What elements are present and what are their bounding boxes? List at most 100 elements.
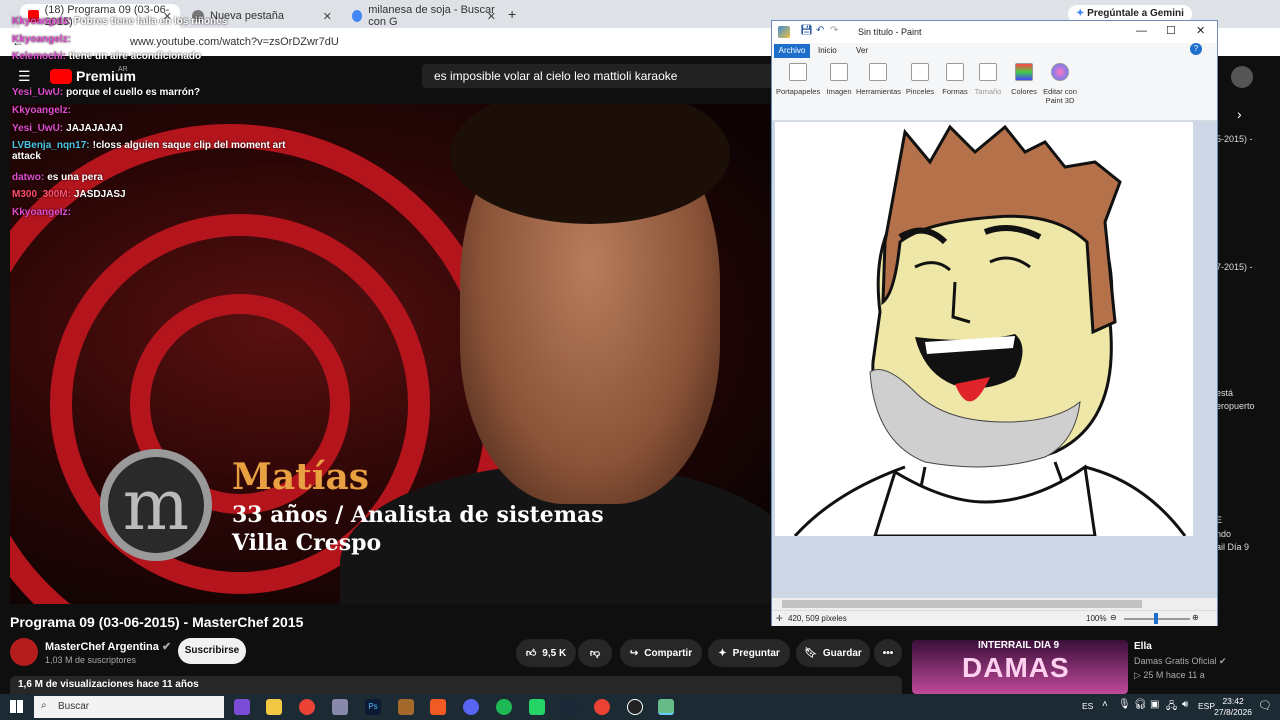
save-button[interactable]: 🔖︎ Guardar (796, 639, 870, 667)
photoshop-icon[interactable]: Ps (365, 699, 381, 715)
new-tab-button[interactable]: + (508, 6, 516, 22)
steam-icon[interactable] (561, 699, 577, 715)
ribbon-tools[interactable]: Herramientas (856, 63, 901, 96)
clock[interactable]: 23:42 27/8/2026 (1214, 696, 1252, 718)
paint-title-bar[interactable]: 💾︎ ↶ ↷ Sin título - Paint — ☐ ✕ (772, 21, 1217, 43)
folder-icon[interactable] (266, 699, 282, 715)
taskbar-search[interactable]: ⌕ Buscar (34, 696, 224, 718)
save-icon[interactable]: 💾︎ (800, 25, 813, 36)
ribbon-brushes[interactable]: Pinceles (904, 63, 936, 96)
related-title[interactable]: ail Día 9 (1216, 542, 1249, 552)
ribbon-label: Pinceles (905, 87, 935, 96)
chevron-up-icon[interactable]: ˄ (1102, 699, 1108, 710)
video-title: Programa 09 (03-06-2015) - MasterChef 20… (10, 614, 304, 630)
chevron-right-icon[interactable]: › (1237, 106, 1242, 122)
horizontal-scrollbar[interactable] (772, 598, 1217, 610)
chat-user: Yesi_UwU: (12, 123, 64, 134)
menu-ver[interactable]: Ver (856, 46, 868, 55)
ribbon-image[interactable]: Imagen (824, 63, 854, 96)
more-button[interactable]: ••• (874, 639, 902, 667)
menu-archivo[interactable]: Archivo (774, 44, 810, 58)
tab-search[interactable]: milanesa de soja - Buscar con G ✕ (344, 4, 504, 28)
paint-canvas[interactable] (775, 122, 1193, 538)
related-title[interactable]: ndo (1216, 529, 1231, 539)
display-icon[interactable]: ▣ (1150, 699, 1159, 710)
ribbon-size[interactable]: Tamaño (972, 63, 1004, 96)
ribbon-label: Colores (1011, 87, 1037, 96)
copilot-icon[interactable] (234, 699, 250, 715)
zoom-slider-thumb[interactable] (1154, 613, 1158, 624)
dislike-button[interactable]: 👎︎ (578, 639, 612, 667)
headset-icon[interactable]: 🎧︎ (1134, 699, 1147, 710)
close-icon[interactable]: ✕ (1196, 24, 1205, 37)
undo-icon[interactable]: ↶ (816, 25, 824, 36)
channel-avatar[interactable] (10, 638, 38, 666)
url-text[interactable]: www.youtube.com/watch?v=zsOrDZwr7dU (130, 36, 339, 48)
video-player[interactable]: m Matías 33 años / Analista de sistemas … (10, 104, 770, 604)
chat-message: LVBenja_nqn17: !closs alguien saque clip … (12, 140, 302, 162)
keyboard-layout[interactable]: ESP (1198, 701, 1215, 711)
youtube-logo-icon[interactable] (50, 69, 72, 84)
whatsapp-icon[interactable] (529, 699, 545, 715)
close-icon[interactable]: ✕ (323, 10, 332, 23)
ribbon-colors[interactable]: Colores (1008, 63, 1040, 96)
chrome-icon[interactable] (299, 699, 315, 715)
clock-time: 23:42 (1222, 696, 1244, 706)
related-video-title[interactable]: Ella (1134, 641, 1152, 652)
line-size-icon (979, 63, 997, 81)
minimize-icon[interactable]: — (1136, 25, 1147, 37)
ribbon-clipboard[interactable]: Portapapeles (776, 63, 820, 96)
chat-text: porque el cuello es marrón? (66, 87, 201, 98)
chat-text: Pobres tiene falla en los riñones (73, 16, 228, 27)
like-count: 9,5 K (542, 647, 567, 659)
avatar[interactable] (1231, 66, 1253, 88)
contestant-place: Villa Crespo (232, 530, 382, 556)
ribbon-shapes[interactable]: Formas (940, 63, 970, 96)
microphone-icon[interactable]: 🎙︎ (1118, 699, 1131, 710)
app-icon[interactable] (627, 699, 643, 715)
brave-icon[interactable] (430, 699, 446, 715)
chat-message: Yesi_UwU: porque el cuello es marrón? (12, 87, 200, 98)
search-icon: ⌕ (41, 700, 47, 711)
like-button[interactable]: 👍︎ 9,5 K (516, 639, 576, 667)
menu-inicio[interactable]: Inicio (818, 46, 837, 55)
ask-button[interactable]: ✦ Preguntar (708, 639, 790, 667)
google-icon (352, 10, 363, 22)
related-title[interactable]: 5-2015) - (1216, 134, 1253, 144)
gemini-label: Pregúntale a Gemini (1087, 8, 1184, 19)
related-thumbnail[interactable]: INTERRAIL DÍA 9 DAMAS (912, 640, 1128, 694)
chrome-icon[interactable] (594, 699, 610, 715)
channel-name[interactable]: MasterChef Argentina ✔ (45, 640, 171, 653)
close-icon[interactable]: ✕ (487, 10, 496, 23)
zoom-out-icon[interactable]: ⊖ (1110, 613, 1117, 622)
volume-icon[interactable]: 🔊︎ (1182, 699, 1188, 710)
play-icon: ▷ (1134, 670, 1144, 680)
ribbon-paint3d[interactable]: Editar con Paint 3D (1040, 63, 1080, 105)
search-suggestion[interactable]: es imposible volar al cielo leo mattioli… (422, 64, 782, 88)
share-label: Compartir (644, 647, 693, 659)
notification-icon[interactable]: 🗨︎ (1258, 699, 1272, 712)
zoom-in-icon[interactable]: ⊕ (1192, 613, 1199, 622)
language-indicator[interactable]: ES (1082, 701, 1093, 711)
network-icon[interactable]: 🖧︎ (1166, 699, 1177, 716)
subscribe-button[interactable]: Suscribirse (178, 638, 246, 664)
related-title[interactable]: está (1216, 388, 1233, 398)
redo-icon[interactable]: ↷ (830, 25, 838, 36)
chat-text: tiene un aire acondicionado (68, 51, 202, 62)
related-channel: Damas Gratis Oficial ✔ (1134, 656, 1227, 667)
maximize-icon[interactable]: ☐ (1166, 24, 1176, 37)
help-icon[interactable]: ? (1190, 43, 1202, 55)
related-title[interactable]: eropuerto (1216, 401, 1255, 411)
menu-icon[interactable]: ☰ (18, 68, 31, 85)
description-box[interactable]: 1,6 M de visualizaciones hace 11 años (10, 676, 902, 694)
paint-taskbar-icon[interactable] (658, 699, 674, 715)
share-button[interactable]: ↪ Compartir (620, 639, 702, 667)
spotify-icon[interactable] (496, 699, 512, 715)
paint-window[interactable]: 💾︎ ↶ ↷ Sin título - Paint — ☐ ✕ Archivo … (771, 20, 1218, 626)
scroll-thumb[interactable] (782, 600, 1142, 608)
discord-icon[interactable] (463, 699, 479, 715)
windows-icon[interactable] (10, 700, 23, 713)
app-icon[interactable] (398, 699, 414, 715)
related-title[interactable]: 7-2015) - (1216, 262, 1253, 272)
app-icon[interactable] (332, 699, 348, 715)
